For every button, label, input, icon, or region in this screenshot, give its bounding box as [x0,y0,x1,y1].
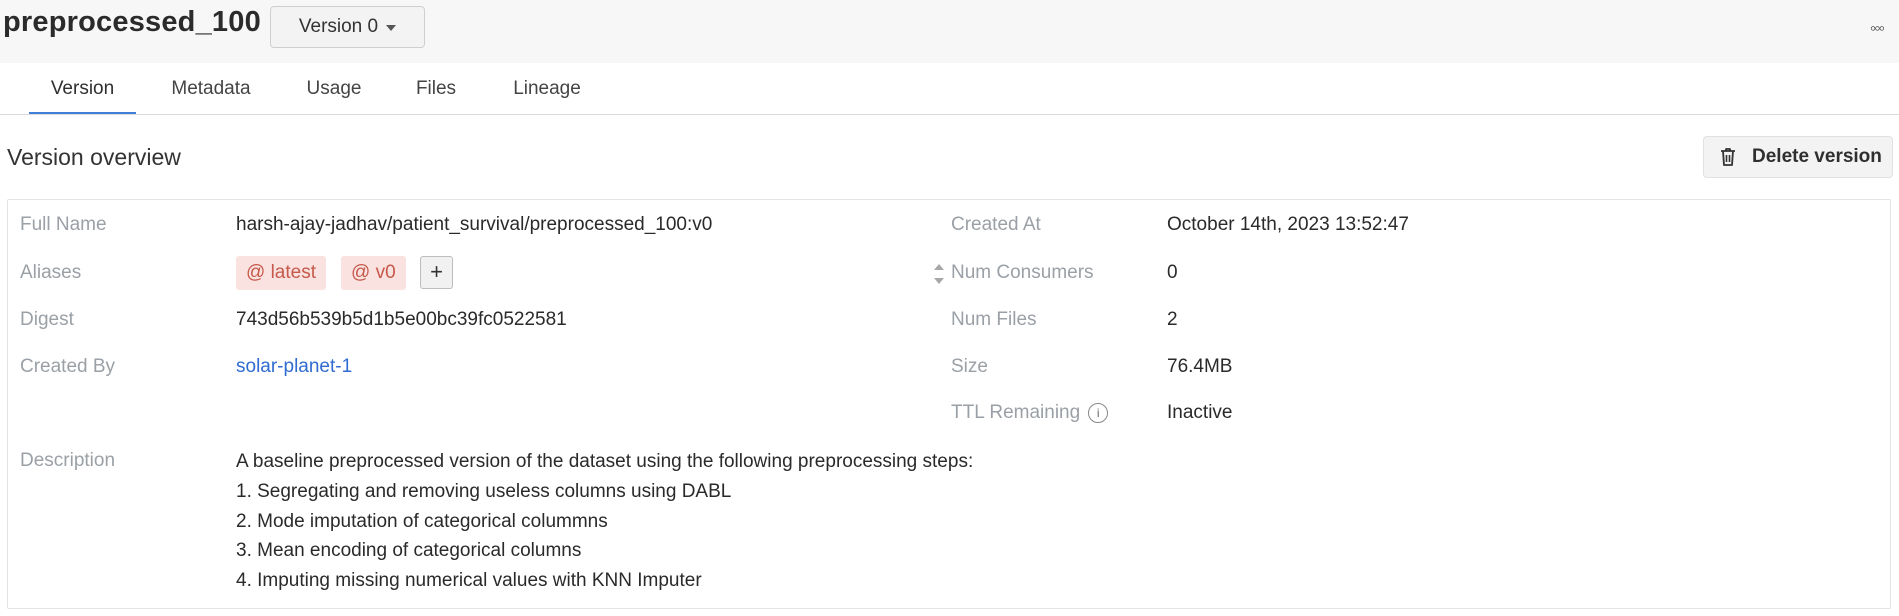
description-line: A baseline preprocessed version of the d… [236,451,974,472]
trash-icon [1721,148,1735,166]
tab-files[interactable]: Files [414,63,458,114]
full-name-label: Full Name [20,214,107,235]
digest-value: 743d56b539b5d1b5e00bc39fc0522581 [236,309,567,330]
description-label: Description [20,450,116,471]
chevron-down-icon [386,25,397,31]
tab-metadata[interactable]: Metadata [167,63,255,114]
section-title: Version overview [7,144,181,170]
description-line: 1. Segregating and removing useless colu… [236,481,732,502]
created-at-value: October 14th, 2023 13:52:47 [1167,214,1409,235]
alias-chip-latest[interactable]: @ latest [236,256,326,290]
num-files-label: Num Files [951,309,1037,330]
ttl-remaining-label: TTL Remaining i [951,402,1109,424]
artifact-header: preprocessed_100 Version 0 ◦◦◦ [0,0,1899,63]
created-at-label: Created At [951,214,1041,235]
artifact-title: preprocessed_100 [3,6,261,38]
num-files-value: 2 [1167,309,1178,330]
tab-version[interactable]: Version [29,63,136,114]
ttl-remaining-text: TTL Remaining [951,402,1081,423]
resize-stepper-icon[interactable] [927,259,951,289]
delete-version-button[interactable]: Delete version [1703,136,1893,178]
created-by-label: Created By [20,356,116,377]
alias-chip-v0[interactable]: @ v0 [341,256,406,290]
tab-bar: Version Metadata Usage Files Lineage [0,63,1899,115]
size-value: 76.4MB [1167,356,1233,377]
num-consumers-value: 0 [1167,262,1178,283]
description-line: 4. Imputing missing numerical values wit… [236,570,702,591]
digest-label: Digest [20,309,74,330]
more-options-icon[interactable]: ◦◦◦ [1870,18,1885,39]
aliases-label: Aliases [20,262,82,283]
tab-usage[interactable]: Usage [306,63,362,114]
version-dropdown-label: Version 0 [298,16,379,37]
version-dropdown[interactable]: Version 0 [270,6,425,48]
created-by-link[interactable]: solar-planet-1 [236,356,352,378]
description-line: 2. Mode imputation of categorical columm… [236,511,608,532]
info-icon[interactable]: i [1088,402,1109,423]
num-consumers-label: Num Consumers [951,262,1094,283]
tab-lineage[interactable]: Lineage [510,63,584,114]
ttl-remaining-value: Inactive [1167,402,1233,423]
add-alias-button[interactable]: + [420,256,453,289]
delete-version-label: Delete version [1752,146,1882,167]
full-name-value: harsh-ajay-jadhav/patient_survival/prepr… [236,214,713,235]
version-overview-panel: Full Name harsh-ajay-jadhav/patient_surv… [7,199,1891,609]
size-label: Size [951,356,988,377]
description-line: 3. Mean encoding of categorical columns [236,540,582,561]
